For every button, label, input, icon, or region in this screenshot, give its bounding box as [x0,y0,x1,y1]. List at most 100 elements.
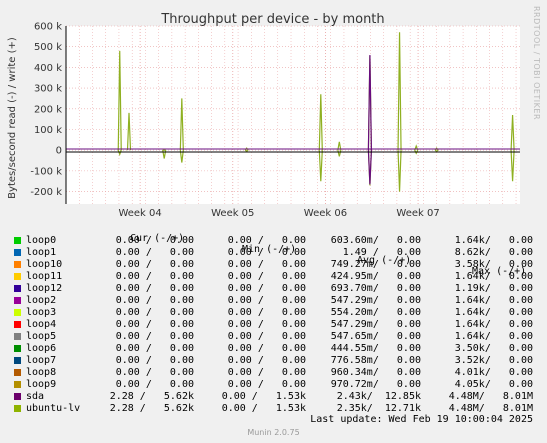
legend-min-value: 0.00 / 0.00 [227,271,306,282]
legend-label: loop7 [26,355,57,366]
legend-row: loop6 0.00 / 0.00 0.00 / 0.00 444.55m/ 0.00… [0,343,547,355]
legend-avg-value: 2.35k/ 12.71k [336,403,421,414]
y-tick-label: 500 k [34,42,62,53]
legend-row: loop4 0.00 / 0.00 0.00 / 0.00 547.29m/ 0.00… [0,319,547,331]
legend-row: loop2 0.00 / 0.00 0.00 / 0.00 547.29m/ 0.00… [0,295,547,307]
legend-min-value: 0.00 / 0.00 [227,331,306,342]
legend-avg-value: 749.27m/ 0.00 [330,259,421,270]
legend-label: sda [26,391,45,402]
legend-avg-value: 554.20m/ 0.00 [330,307,421,318]
legend-avg-value: 424.95m/ 0.00 [330,271,421,282]
legend-swatch [14,381,21,388]
legend-max-value: 1.64k/ 0.00 [454,271,533,282]
legend-min-value: 0.00 / 0.00 [227,367,306,378]
legend-avg-value: 547.29m/ 0.00 [330,319,421,330]
legend-row: loop10 0.00 / 0.00 0.00 / 0.00 749.27m/ 0.0… [0,259,547,271]
legend-cur-value: 0.00 / 0.00 [115,247,194,258]
legend-avg-value: 693.70m/ 0.00 [330,283,421,294]
legend-avg-value: 444.55m/ 0.00 [330,343,421,354]
legend-max-value: 4.05k/ 0.00 [454,379,533,390]
y-tick-label: 400 k [34,63,62,74]
x-tick-label: Week 04 [118,208,161,219]
munin-graph: Throughput per device - by month Bytes/s… [0,0,547,443]
legend-label: ubuntu-lv [26,403,81,414]
legend-swatch [14,249,21,256]
legend-max-value: 1.19k/ 0.00 [454,283,533,294]
legend-max-value: 3.58k/ 0.00 [454,259,533,270]
legend-label: loop9 [26,379,57,390]
legend-swatch [14,273,21,280]
legend-cur-value: 0.00 / 0.00 [115,331,194,342]
legend-label: loop10 [26,259,63,270]
legend-max-value: 4.48M/ 8.01M [448,403,533,414]
legend-swatch [14,297,21,304]
legend-label: loop0 [26,235,57,246]
legend-min-value: 0.00 / 0.00 [227,259,306,270]
legend-swatch [14,405,21,412]
y-axis-label: Bytes/second read (-) / write (+) [7,37,18,199]
legend-avg-value: 2.43k/ 12.85k [336,391,421,402]
legend-max-value: 3.52k/ 0.00 [454,355,533,366]
legend-min-value: 0.00 / 0.00 [227,247,306,258]
munin-version: Munin 2.0.75 [247,428,300,437]
legend-cur-value: 0.00 / 0.00 [115,307,194,318]
legend-cur-value: 2.28 / 5.62k [109,403,194,414]
legend-max-value: 4.01k/ 0.00 [454,367,533,378]
legend-row: loop9 0.00 / 0.00 0.00 / 0.00 970.72m/ 0.00… [0,379,547,391]
y-axis-ticks: 600 k 500 k 400 k 300 k 200 k 100 k 0 -100 k -20… [30,22,62,199]
legend-avg-value: 547.65m/ 0.00 [330,331,421,342]
legend-min-value: 0.00 / 0.00 [227,379,306,390]
legend-cur-value: 0.00 / 0.00 [115,271,194,282]
legend-row: loop1 0.00 / 0.00 0.00 / 0.00 1.49 / 0.00 8.… [0,247,547,259]
y-tick-label: -200 k [30,187,62,198]
throughput-chart: Throughput per device - by month Bytes/s… [7,12,520,219]
legend-cur-value: 0.00 / 0.00 [115,355,194,366]
legend-max-value: 8.62k/ 0.00 [454,247,533,258]
legend-swatch [14,237,21,244]
legend-swatch [14,357,21,364]
legend-cur-value: 0.00 / 0.00 [115,283,194,294]
legend-cur-value: 0.00 / 0.00 [115,343,194,354]
x-axis-ticks: Week 04 Week 05 Week 06 Week 07 [118,208,439,219]
legend-label: loop6 [26,343,57,354]
x-tick-label: Week 05 [211,208,254,219]
legend-cur-value: 2.28 / 5.62k [109,391,194,402]
legend-label: loop4 [26,319,57,330]
legend-swatch [14,393,21,400]
legend-label: loop1 [26,247,57,258]
legend-row: loop11 0.00 / 0.00 0.00 / 0.00 424.95m/ 0.0… [0,271,547,283]
legend-avg-value: 970.72m/ 0.00 [330,379,421,390]
legend-min-value: 0.00 / 0.00 [227,319,306,330]
legend-swatch [14,369,21,376]
y-tick-label: 600 k [34,22,62,33]
legend-min-value: 0.00 / 0.00 [227,343,306,354]
legend-cur-value: 0.00 / 0.00 [115,367,194,378]
legend-min-value: 0.00 / 0.00 [227,295,306,306]
x-tick-label: Week 07 [396,208,439,219]
legend-max-value: 1.64k/ 0.00 [454,307,533,318]
legend-row: loop5 0.00 / 0.00 0.00 / 0.00 547.65m/ 0.00… [0,331,547,343]
legend-cur-value: 0.00 / 0.00 [115,319,194,330]
legend-avg-value: 776.58m/ 0.00 [330,355,421,366]
legend-swatch [14,309,21,316]
y-tick-label: 0 [56,146,62,157]
legend-max-value: 1.64k/ 0.00 [454,235,533,246]
legend-label: loop11 [26,271,63,282]
legend-label: loop12 [26,283,63,294]
rrdtool-credit: RRDTOOL / TOBI OETIKER [532,6,541,121]
legend-cur-value: 0.00 / 0.00 [115,295,194,306]
y-tick-label: 300 k [34,84,62,95]
legend-max-value: 1.64k/ 0.00 [454,295,533,306]
legend-max-value: 3.50k/ 0.00 [454,343,533,354]
legend-header: Cur (-/+) Min (-/+) Avg (-/+) Max (-/+) [0,222,547,277]
legend-row: loop7 0.00 / 0.00 0.00 / 0.00 776.58m/ 0.00… [0,355,547,367]
legend-label: loop5 [26,331,57,342]
legend-swatch [14,345,21,352]
legend-max-value: 4.48M/ 8.01M [448,391,533,402]
legend-min-value: 0.00 / 1.53k [221,403,306,414]
y-tick-label: 100 k [34,125,62,136]
y-tick-label: -100 k [30,166,62,177]
legend-max-value: 1.64k/ 0.00 [454,331,533,342]
legend-row: loop0 0.00 / 0.00 0.00 / 0.00 603.60m/ 0.00… [0,235,547,247]
legend-row: loop8 0.00 / 0.00 0.00 / 0.00 960.34m/ 0.00… [0,367,547,379]
